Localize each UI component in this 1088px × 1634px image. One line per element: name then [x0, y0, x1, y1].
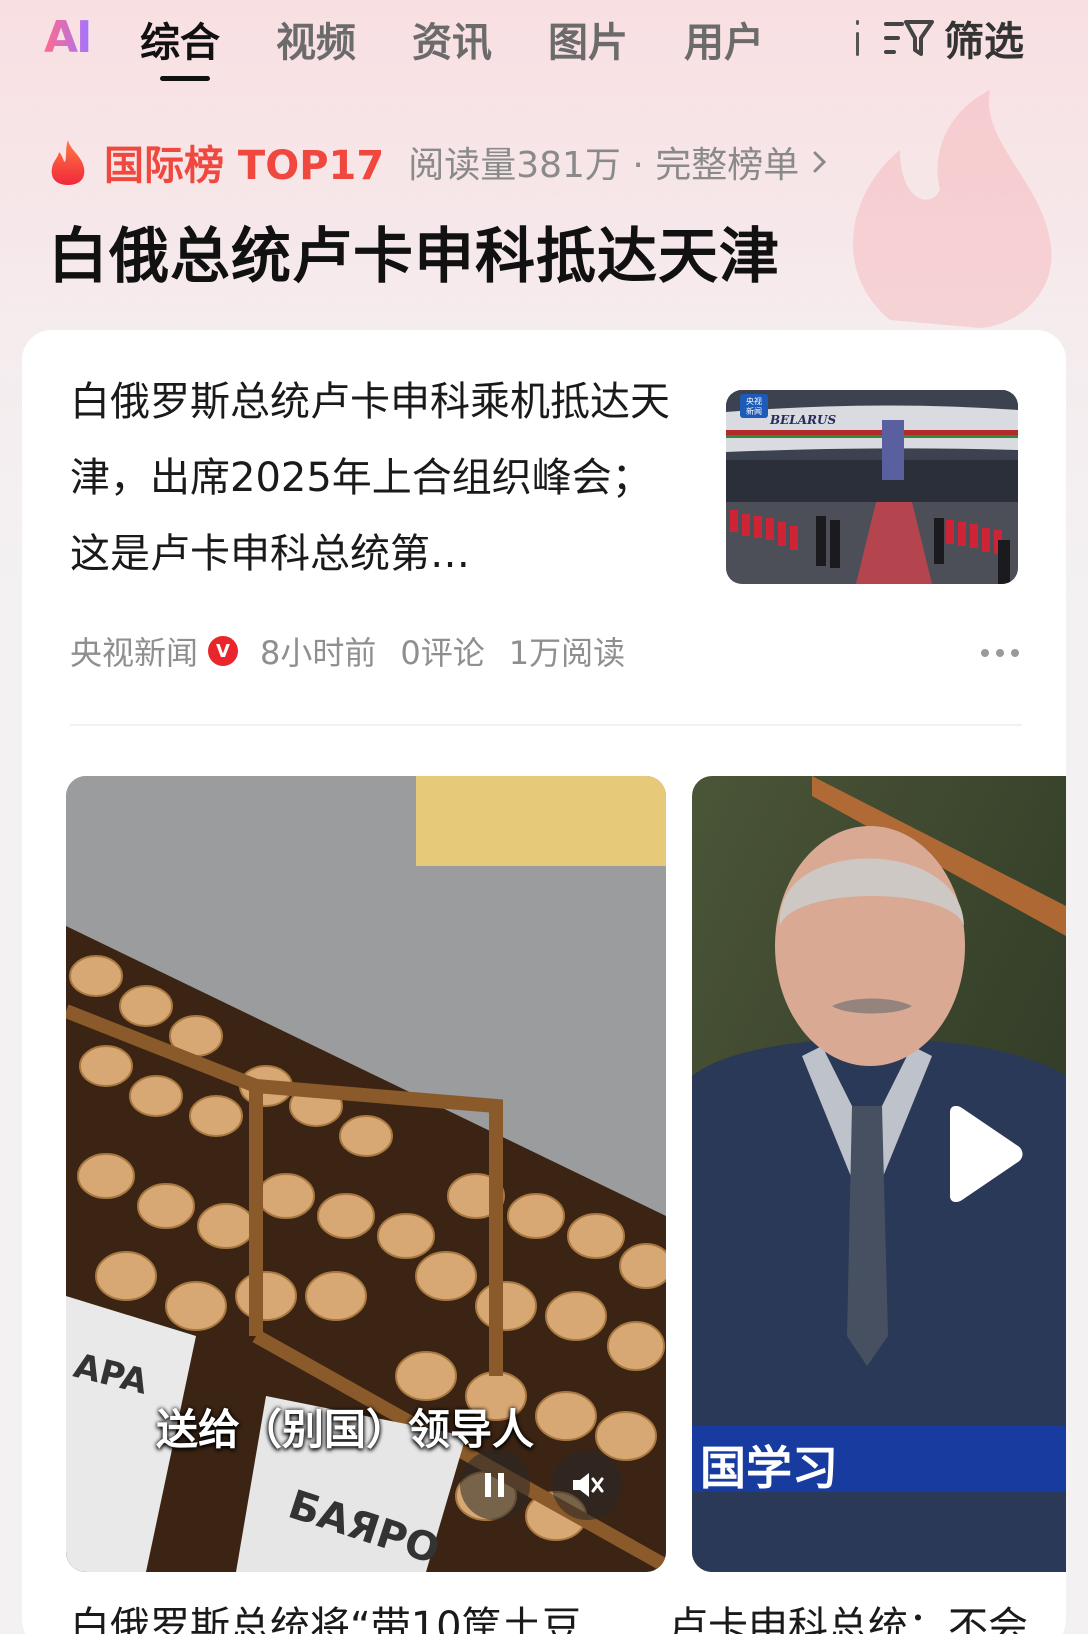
- funnel-icon: [884, 20, 934, 56]
- hot-read-count[interactable]: 阅读量381万 · 完整榜单: [408, 136, 799, 188]
- active-tab-indicator: [160, 76, 210, 81]
- news-card: 白俄罗斯总统卢卡申科乘机抵达天津，出席2025年上合组织峰会；这是卢卡申科总统第…: [22, 330, 1066, 1634]
- decorative-flame-icon: [852, 90, 1052, 328]
- mute-button[interactable]: [552, 1450, 622, 1520]
- filter-button[interactable]: 筛选: [884, 10, 1024, 66]
- hot-ranking-row[interactable]: 国际榜 TOP17 阅读量381万 · 完整榜单: [48, 134, 827, 190]
- video-caption: 送给（别国）领导人: [156, 1405, 535, 1454]
- video-tile-2[interactable]: 国学习: [692, 776, 1066, 1572]
- flame-icon: [51, 140, 85, 185]
- ai-button[interactable]: AI: [44, 12, 92, 63]
- play-icon[interactable]: [940, 1106, 1024, 1202]
- tab-users[interactable]: 用户: [684, 10, 764, 68]
- cctv-logo-bottom: 新闻: [746, 406, 762, 416]
- airport-arrival-image: BELARUS 央视 新闻: [726, 390, 1018, 584]
- cctv-logo-top: 央视: [746, 396, 762, 406]
- video-caption-bar: 国学习: [692, 1426, 1066, 1495]
- video-title-2[interactable]: 卢卡申科总统：不会: [668, 1594, 1066, 1634]
- pause-icon: [485, 1473, 504, 1497]
- chevron-right-icon: [813, 151, 827, 173]
- divider: [70, 724, 1022, 726]
- tab-comprehensive[interactable]: 综合: [140, 10, 220, 68]
- tab-news[interactable]: 资讯: [412, 10, 492, 68]
- tab-images[interactable]: 图片: [548, 10, 628, 68]
- article-thumbnail[interactable]: BELARUS 央视 新闻: [726, 390, 1018, 584]
- trending-headline[interactable]: 白俄总统卢卡申科抵达天津: [48, 208, 780, 295]
- source-name[interactable]: 央视新闻: [70, 628, 198, 674]
- filter-label: 筛选: [944, 19, 1024, 65]
- tab-divider: [856, 20, 859, 56]
- verified-badge-icon: V: [208, 636, 239, 666]
- tab-video[interactable]: 视频: [276, 10, 356, 68]
- comment-count: 0评论: [400, 634, 485, 672]
- article-title[interactable]: 白俄罗斯总统卢卡申科乘机抵达天津，出席2025年上合组织峰会；这是卢卡申科总统第…: [70, 364, 670, 592]
- article-meta: 央视新闻 V 8小时前 0评论 1万阅读: [70, 626, 625, 676]
- read-count: 1万阅读: [508, 634, 626, 672]
- publish-time: 8小时前: [260, 634, 377, 672]
- hot-rank-label: 国际榜 TOP17: [104, 143, 385, 189]
- video-title-1[interactable]: 白俄罗斯总统将“带10筐土豆: [70, 1594, 656, 1634]
- mute-icon: [573, 1473, 604, 1497]
- plane-livery-text: BELARUS: [769, 413, 836, 427]
- more-options-icon[interactable]: [980, 648, 1024, 658]
- video-tile-1[interactable]: APA БАЯРО 送给（别国）领导人: [66, 776, 666, 1572]
- pause-button[interactable]: [460, 1450, 530, 1520]
- video-caption: 国学习: [700, 1441, 838, 1495]
